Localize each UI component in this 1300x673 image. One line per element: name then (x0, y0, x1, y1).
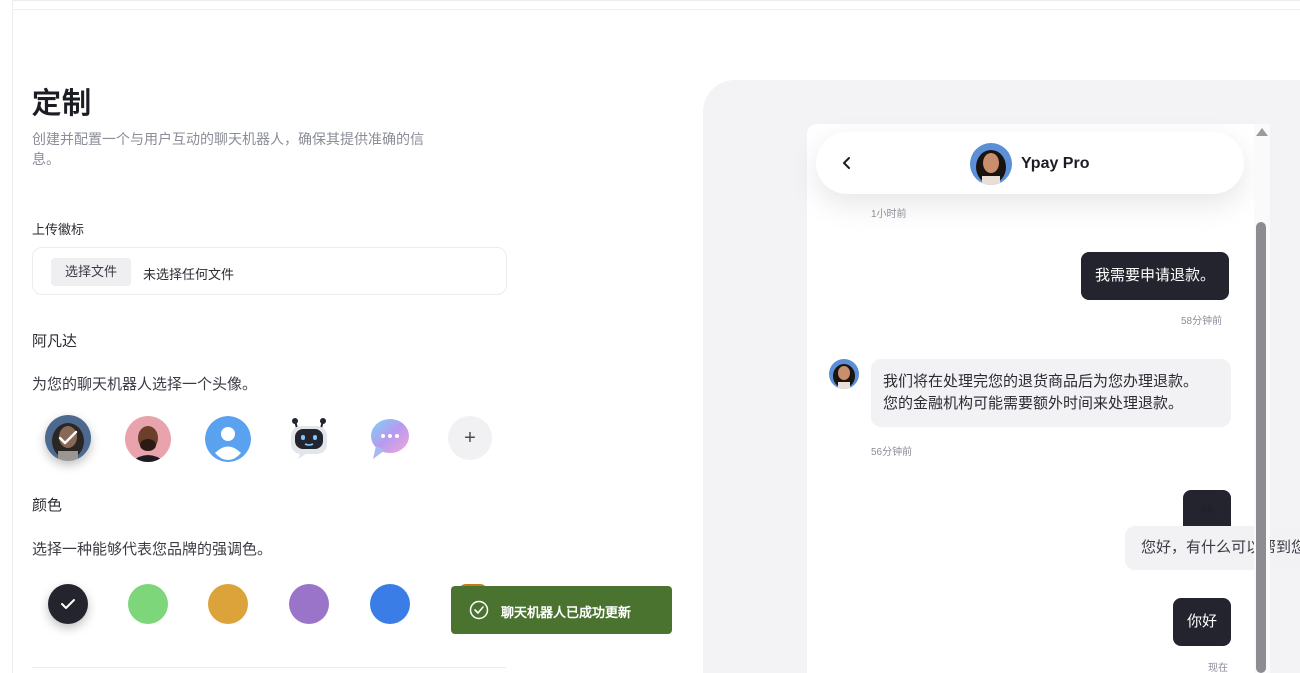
color-swatch-green[interactable] (128, 584, 168, 624)
bot-header-avatar (970, 143, 1012, 185)
top-divider (12, 9, 1300, 10)
bot-message-line: 我们将在处理完您的退货商品后为您办理退款。 (883, 373, 1199, 390)
message-timestamp: 56分钟前 (871, 447, 913, 458)
scroll-up-arrow-icon[interactable] (1256, 128, 1268, 136)
woman-avatar-image (45, 415, 91, 461)
bot-message-bubble: 我们将在处理完您的退货商品后为您办理退款。 您的金融机构可能需要额外时间来处理退… (871, 359, 1231, 427)
color-section-description: 选择一种能够代表您品牌的强调色。 (32, 541, 273, 558)
color-swatch-blue[interactable] (370, 584, 410, 624)
back-arrow-icon[interactable] (838, 154, 856, 172)
scrollbar-thumb[interactable] (1256, 222, 1266, 673)
bot-name: Ypay Pro (1021, 155, 1090, 172)
upload-logo-label: 上传徽标 (32, 222, 85, 237)
bot-floating-message: 您好，有什么可以帮到您 (1125, 526, 1300, 570)
flushed-emoji: 😳 (1199, 504, 1215, 521)
avatar-option-default-user[interactable] (205, 416, 251, 462)
avatar-option-man[interactable] (125, 416, 171, 462)
success-toast: 聊天机器人已成功更新 (451, 586, 672, 634)
choose-file-button[interactable]: 选择文件 (51, 258, 132, 286)
robot-icon (291, 418, 327, 459)
success-check-icon (469, 600, 489, 620)
bot-message-line: 您的金融机构可能需要额外时间来处理退款。 (883, 395, 1184, 412)
color-section-label: 颜色 (32, 497, 63, 514)
page-subtitle: 创建并配置一个与用户互动的聊天机器人，确保其提供准确的信息。 (32, 131, 424, 167)
message-timestamp: 1小时前 (871, 209, 907, 220)
color-swatch-purple[interactable] (289, 584, 329, 624)
avatar-section-label: 阿凡达 (32, 333, 78, 350)
file-upload-field[interactable]: 选择文件 未选择任何文件 (32, 247, 507, 295)
add-avatar-button[interactable]: + (448, 416, 492, 460)
avatar-option-chat-bubble[interactable] (366, 416, 412, 462)
user-message-bubble: 我需要申请退款。 (1081, 252, 1230, 300)
check-icon (61, 599, 75, 609)
avatar-section-description: 为您的聊天机器人选择一个头像。 (32, 376, 258, 393)
section-divider (32, 667, 506, 668)
avatar-option-woman[interactable] (45, 415, 91, 461)
bot-message-avatar (829, 359, 859, 389)
user-icon (205, 416, 251, 462)
chat-bubble-icon (371, 419, 409, 459)
file-status-text: 未选择任何文件 (143, 267, 235, 282)
page-title: 定制 (32, 88, 93, 120)
user-message-bubble: 你好 (1173, 598, 1232, 646)
toast-message: 聊天机器人已成功更新 (501, 605, 632, 620)
message-timestamp: 58分钟前 (1181, 316, 1223, 327)
color-swatch-dark[interactable] (48, 584, 88, 624)
man-avatar-image (125, 416, 171, 462)
message-timestamp: 现在 (1208, 663, 1228, 673)
avatar-option-robot[interactable] (286, 414, 332, 460)
color-swatch-orange[interactable] (208, 584, 248, 624)
user-emoji-bubble: 😳 (1183, 490, 1231, 526)
